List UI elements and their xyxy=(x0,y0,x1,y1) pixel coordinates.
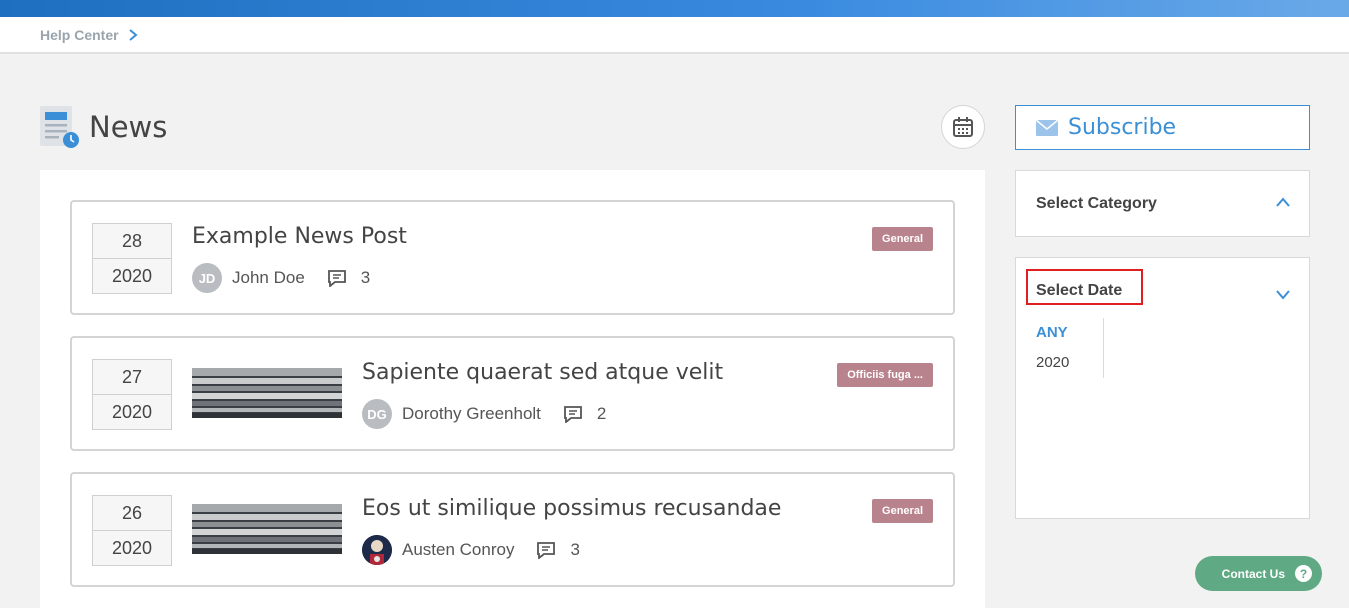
date-day: 28 xyxy=(93,224,171,259)
breadcrumb-help-center[interactable]: Help Center xyxy=(40,27,139,43)
post-meta: JD John Doe 3 xyxy=(192,263,370,293)
author-name: John Doe xyxy=(232,268,305,287)
breadcrumb: Help Center xyxy=(0,17,1349,54)
avatar xyxy=(362,535,392,565)
post-title[interactable]: Example News Post xyxy=(192,224,407,249)
comment-count: 2 xyxy=(596,404,607,423)
avatar: DG xyxy=(362,399,392,429)
post-meta: Austen Conroy 3 xyxy=(362,535,580,565)
contact-label: Contact Us xyxy=(1221,566,1285,581)
category-tag[interactable]: General xyxy=(872,227,933,251)
date-year: 2020 xyxy=(111,266,153,286)
envelope-icon xyxy=(1036,119,1058,136)
chevron-up-icon[interactable] xyxy=(1275,196,1291,208)
date-title[interactable]: Select Date xyxy=(1036,282,1122,300)
date-day: 27 xyxy=(93,360,171,395)
post-meta: DG Dorothy Greenholt 2 xyxy=(362,399,606,429)
chevron-right-icon xyxy=(128,29,138,41)
category-title[interactable]: Select Category xyxy=(1036,195,1157,213)
breadcrumb-label: Help Center xyxy=(40,27,119,43)
comment-count: 3 xyxy=(570,540,580,559)
category-filter: Select Category xyxy=(1015,170,1310,237)
post-title[interactable]: Sapiente quaerat sed atque velit xyxy=(362,360,723,385)
news-card[interactable]: 28 2020 Example News Post JD John Doe 3 … xyxy=(70,200,955,315)
news-icon xyxy=(40,106,79,148)
calendar-icon xyxy=(953,117,973,137)
page-title: News xyxy=(89,110,168,144)
news-card[interactable]: 26 2020 Eos ut similique possimus recusa… xyxy=(70,472,955,587)
date-badge: 27 2020 xyxy=(92,359,172,430)
date-option-any[interactable]: ANY xyxy=(1036,318,1069,348)
post-title[interactable]: Eos ut similique possimus recusandae xyxy=(362,496,781,521)
chevron-down-icon[interactable] xyxy=(1275,288,1291,300)
date-filter: Select Date ANY 2020 xyxy=(1015,257,1310,519)
newspaper-thumbnail xyxy=(192,368,342,418)
category-tag[interactable]: Officiis fuga ... xyxy=(837,363,933,387)
author-name: Austen Conroy xyxy=(402,540,515,559)
help-icon: ? xyxy=(1295,565,1312,582)
news-card[interactable]: 27 2020 Sapiente quaerat sed atque velit… xyxy=(70,336,955,451)
author-name: Dorothy Greenholt xyxy=(402,404,541,423)
subscribe-label: Subscribe xyxy=(1068,115,1177,140)
date-badge: 26 2020 xyxy=(92,495,172,566)
comment-icon xyxy=(537,542,556,559)
newspaper-thumbnail xyxy=(192,504,342,554)
date-year: 2020 xyxy=(111,538,153,558)
date-divider xyxy=(1103,318,1104,378)
subscribe-button[interactable]: Subscribe xyxy=(1015,105,1310,150)
date-year: 2020 xyxy=(111,402,153,422)
calendar-button[interactable] xyxy=(941,105,985,149)
comment-icon xyxy=(564,406,582,423)
date-badge: 28 2020 xyxy=(92,223,172,294)
contact-us-button[interactable]: Contact Us ? xyxy=(1195,556,1322,591)
date-options: ANY 2020 xyxy=(1036,318,1069,378)
date-option-2020[interactable]: 2020 xyxy=(1036,348,1069,378)
avatar: JD xyxy=(192,263,222,293)
comment-count: 3 xyxy=(360,268,371,287)
comment-icon xyxy=(327,270,346,287)
top-gradient-bar xyxy=(0,0,1349,17)
category-tag[interactable]: General xyxy=(872,499,933,523)
date-day: 26 xyxy=(93,496,171,531)
